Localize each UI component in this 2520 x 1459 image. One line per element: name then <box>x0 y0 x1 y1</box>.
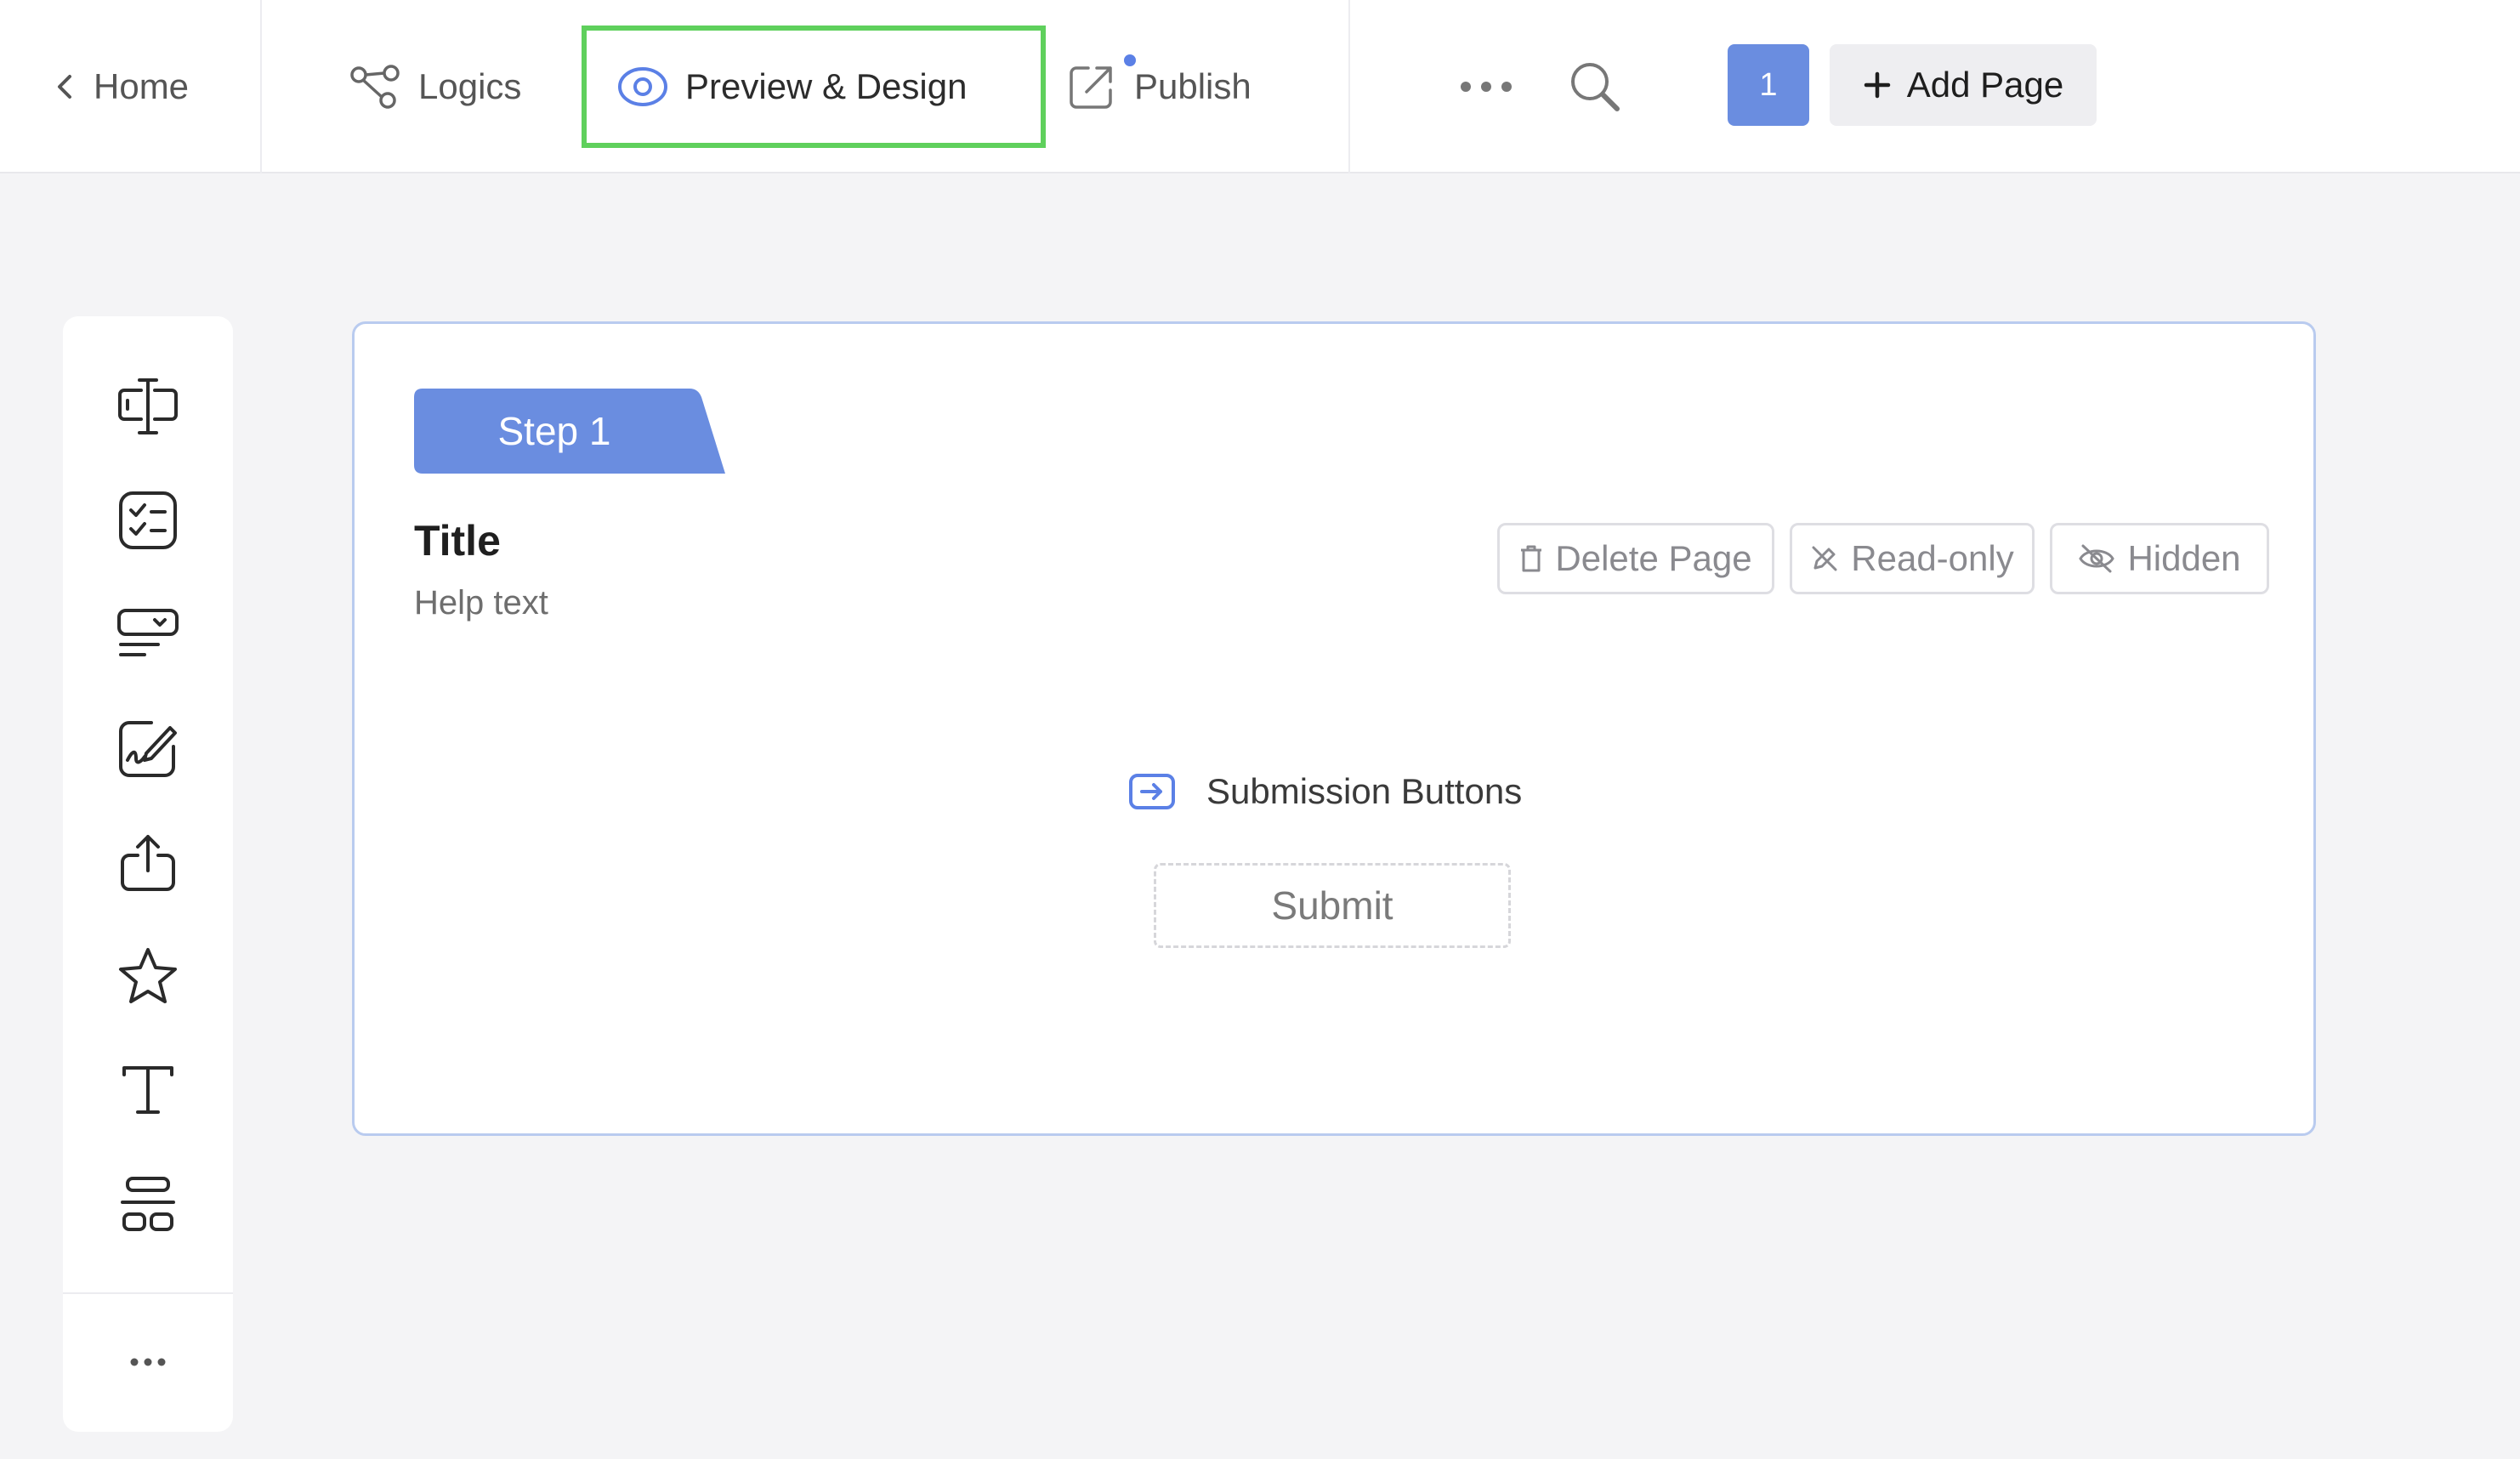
chevron-left-icon <box>58 75 71 99</box>
tool-rating[interactable] <box>63 934 233 1019</box>
page-number-button[interactable]: 1 <box>1728 44 1809 126</box>
eye-off-icon <box>2079 544 2115 573</box>
more-horizontal-icon <box>1461 82 1512 92</box>
help-text[interactable]: Help text <box>414 584 548 622</box>
tool-dropdown[interactable] <box>63 592 233 677</box>
text-input-icon <box>118 378 178 434</box>
tab-logics[interactable]: Logics <box>349 0 521 173</box>
header-divider <box>1348 0 1350 173</box>
publish-notification-dot <box>1124 54 1136 66</box>
component-toolbar <box>63 316 233 1432</box>
read-only-label: Read-only <box>1851 538 2014 578</box>
publish-label: Publish <box>1134 66 1251 106</box>
step-tab[interactable]: Step 1 <box>414 389 725 474</box>
add-page-label: Add Page <box>1906 65 2064 105</box>
delete-page-button[interactable]: Delete Page <box>1497 523 1774 594</box>
submission-buttons-label: Submission Buttons <box>1206 771 1523 811</box>
add-page-button[interactable]: Add Page <box>1830 44 2097 126</box>
tool-signature[interactable] <box>63 706 233 791</box>
tool-text-input[interactable] <box>63 364 233 449</box>
more-options-button[interactable] <box>1450 61 1522 112</box>
tool-file-upload[interactable] <box>63 820 233 905</box>
home-label: Home <box>94 66 190 106</box>
layout-icon <box>121 1177 175 1231</box>
dropdown-select-icon <box>117 609 179 656</box>
tab-publish[interactable]: Publish <box>1066 0 1251 173</box>
tool-checklist[interactable] <box>63 478 233 563</box>
logic-flow-icon <box>350 65 400 109</box>
read-only-button[interactable]: Read-only <box>1790 523 2035 594</box>
more-tools-button[interactable] <box>63 1320 233 1405</box>
more-horizontal-icon <box>130 1358 166 1366</box>
toolbar-divider <box>63 1292 233 1294</box>
plus-icon <box>1864 71 1890 99</box>
checklist-icon <box>119 491 177 549</box>
signature-icon <box>119 721 177 777</box>
submission-buttons-header: Submission Buttons <box>1128 766 1522 817</box>
step-label: Step 1 <box>497 409 611 453</box>
delete-page-label: Delete Page <box>1555 538 1752 578</box>
submit-button[interactable]: Submit <box>1154 863 1511 948</box>
search-icon <box>1571 63 1620 111</box>
home-link[interactable]: Home <box>53 0 189 173</box>
enter-arrow-icon <box>1129 774 1175 809</box>
top-bar: Home Logics Preview & Design Publish 1 A… <box>0 0 2520 173</box>
text-icon <box>122 1066 173 1114</box>
hidden-label: Hidden <box>2127 538 2241 578</box>
search-button[interactable] <box>1561 56 1629 117</box>
hidden-button[interactable]: Hidden <box>2050 523 2269 594</box>
form-page-canvas: Step 1 Title Help text Delete Page Read-… <box>352 321 2316 1136</box>
external-link-icon <box>1070 66 1112 109</box>
trash-icon <box>1521 545 1542 572</box>
page-title[interactable]: Title <box>414 516 501 565</box>
upload-icon <box>121 835 175 891</box>
star-rating-icon <box>119 948 177 1003</box>
active-tab-highlight <box>582 26 1046 148</box>
tool-text[interactable] <box>63 1047 233 1133</box>
edit-off-icon <box>1812 546 1837 571</box>
header-divider <box>260 0 262 173</box>
logics-label: Logics <box>418 66 522 106</box>
tool-layout[interactable] <box>63 1161 233 1246</box>
